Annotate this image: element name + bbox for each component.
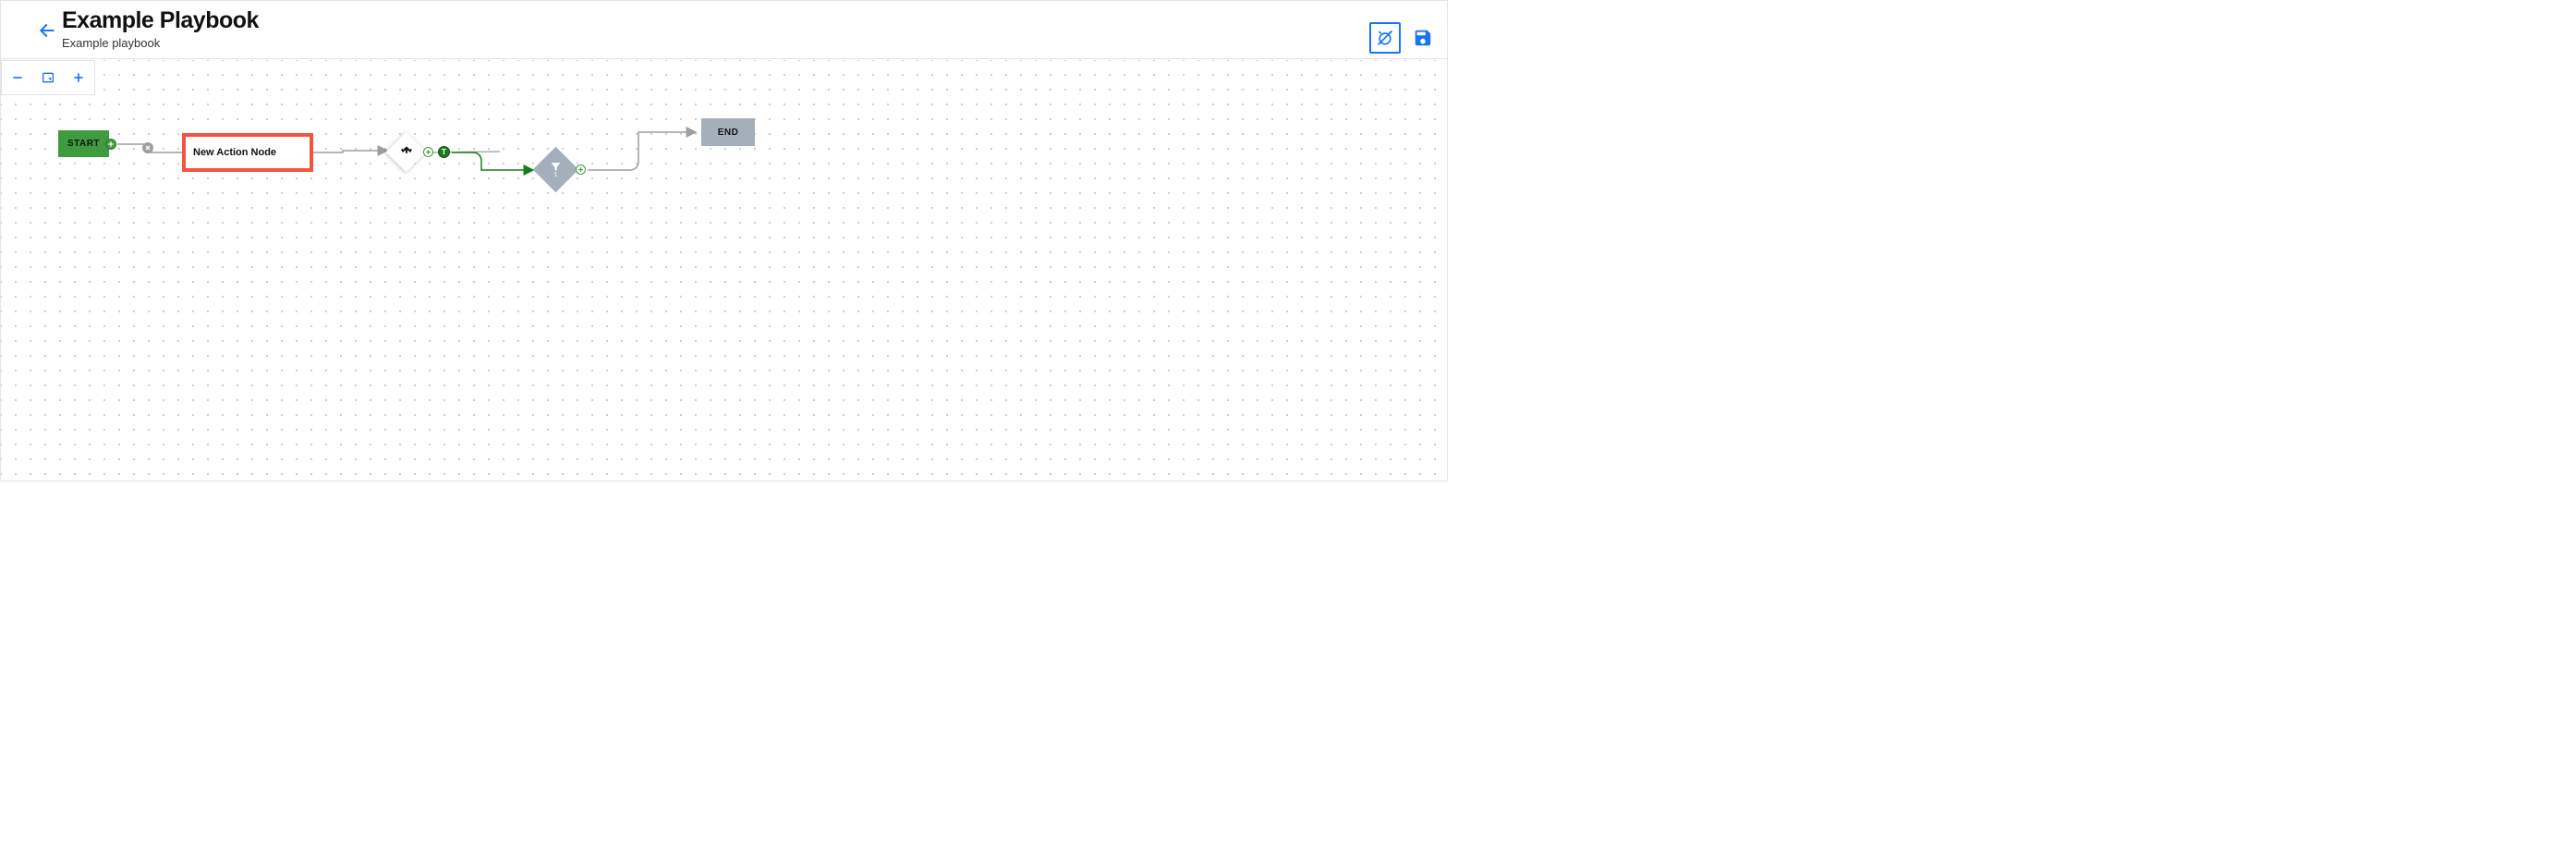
save-icon <box>1413 28 1433 48</box>
filter-add-handle[interactable] <box>576 164 586 175</box>
start-node[interactable]: START <box>58 130 109 157</box>
branch-true-badge: T <box>438 146 450 158</box>
page-subtitle: Example playbook <box>62 36 160 50</box>
filter-node[interactable] <box>533 147 578 192</box>
zoom-out-button[interactable] <box>6 67 29 89</box>
save-button[interactable] <box>1410 22 1436 54</box>
alarm-off-icon <box>1376 29 1394 47</box>
branch-node[interactable] <box>386 132 427 173</box>
schedule-button[interactable] <box>1369 22 1401 54</box>
plus-icon <box>577 166 584 173</box>
header: Example Playbook Example playbook <box>1 1 1447 59</box>
playbook-editor: Example Playbook Example playbook <box>0 0 1448 481</box>
fit-screen-icon <box>41 70 55 85</box>
remove-edge-button[interactable] <box>142 142 153 153</box>
plus-icon <box>107 140 115 148</box>
close-icon <box>144 144 152 152</box>
end-node-label: END <box>718 128 739 138</box>
end-node[interactable]: END <box>701 118 755 146</box>
workflow-canvas[interactable]: START New Action Node T 1 <box>1 60 1447 481</box>
arrow-left-icon <box>38 21 56 40</box>
page-title: Example Playbook <box>62 7 259 34</box>
zoom-toolbar <box>1 60 95 95</box>
branch-add-handle[interactable] <box>423 147 433 157</box>
zoom-in-button[interactable] <box>67 67 90 89</box>
plus-icon <box>425 149 431 155</box>
fit-button[interactable] <box>37 67 59 89</box>
action-node[interactable]: New Action Node <box>182 133 313 172</box>
start-add-handle[interactable] <box>105 139 116 150</box>
plus-icon <box>71 70 86 85</box>
back-button[interactable] <box>36 19 58 42</box>
start-node-label: START <box>67 139 100 149</box>
action-node-label: New Action Node <box>193 147 276 158</box>
minus-icon <box>10 70 25 85</box>
